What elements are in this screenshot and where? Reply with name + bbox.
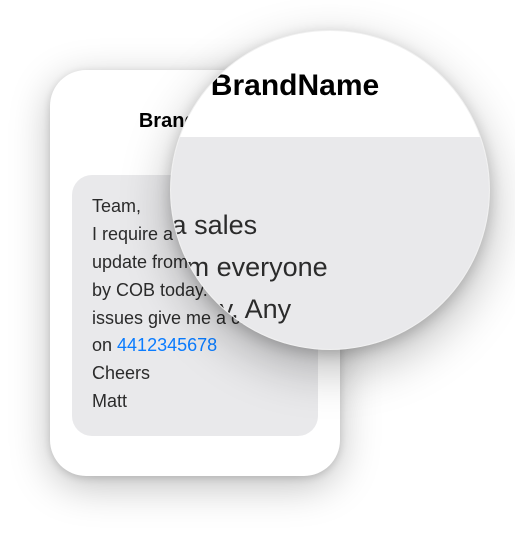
magnifier-greeting: Team,: [170, 163, 490, 205]
magnifier-header: BrandName: [170, 30, 490, 137]
message-text: on: [92, 335, 117, 355]
message-closing: Cheers: [92, 360, 298, 388]
magnifier-sender-name: BrandName: [170, 69, 490, 103]
magnifier-content: BrandName Team, I require a sales update…: [170, 30, 490, 350]
magnifier-lens: BrandName Team, I require a sales update…: [170, 30, 490, 350]
magnifier-line: I require a sales: [170, 205, 490, 247]
magnifier-line: by COB today. Any: [170, 289, 490, 331]
magnifier-message: Team, I require a sales update from ever…: [170, 137, 490, 350]
magnifier-line: update from everyone: [170, 247, 490, 289]
message-signature: Matt: [92, 388, 298, 416]
